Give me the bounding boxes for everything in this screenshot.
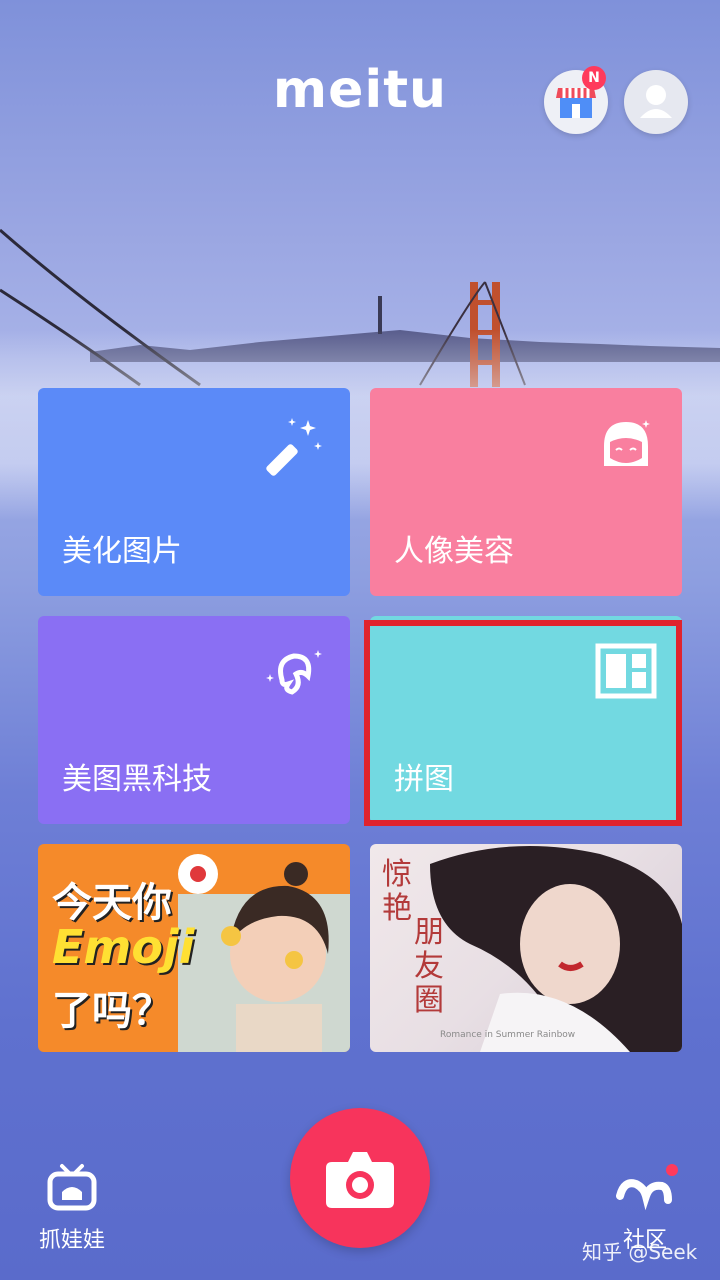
banner-caption: Romance in Summer Rainbow: [440, 1030, 576, 1040]
emoji-banner[interactable]: 今天你 Emoji 了吗？: [38, 844, 350, 1052]
tv-icon: [47, 1164, 97, 1211]
watermark: 知乎 @Seek: [582, 1240, 698, 1264]
header: meitu N: [0, 60, 720, 140]
community-icon: [616, 1164, 678, 1211]
tile-label: 人像美容: [394, 534, 514, 569]
banner-line-3: 了吗？: [52, 988, 172, 1034]
catch-doll-button[interactable]: 抓娃娃: [30, 1158, 114, 1254]
banner-line-1: 惊艳: [382, 857, 412, 926]
hair-sparkle-icon: [266, 650, 322, 695]
banner-line-2: 朋友圈: [414, 915, 444, 1018]
profile-button[interactable]: [624, 70, 688, 134]
meitu-tech-tile[interactable]: 美图黑科技: [38, 616, 350, 824]
camera-button[interactable]: [290, 1108, 430, 1248]
collage-highlight-box: [364, 620, 682, 826]
tile-label: 美图黑科技: [62, 762, 212, 797]
portrait-beauty-tile[interactable]: 人像美容: [370, 388, 682, 596]
app-logo: meitu: [272, 60, 448, 120]
magic-wand-icon: [266, 418, 322, 476]
camera-icon: [326, 1152, 394, 1208]
store-notification-badge: N: [582, 66, 606, 90]
stunning-moments-banner[interactable]: 惊艳 朋友圈 Romance in Summer Rainbow: [370, 844, 682, 1052]
user-icon: [640, 85, 672, 118]
tile-label: 美化图片: [62, 534, 182, 569]
beautify-photo-tile[interactable]: 美化图片: [38, 388, 350, 596]
banner-line-2: Emoji: [52, 920, 195, 974]
face-icon: [604, 420, 650, 466]
catch-doll-label: 抓娃娃: [38, 1228, 105, 1253]
